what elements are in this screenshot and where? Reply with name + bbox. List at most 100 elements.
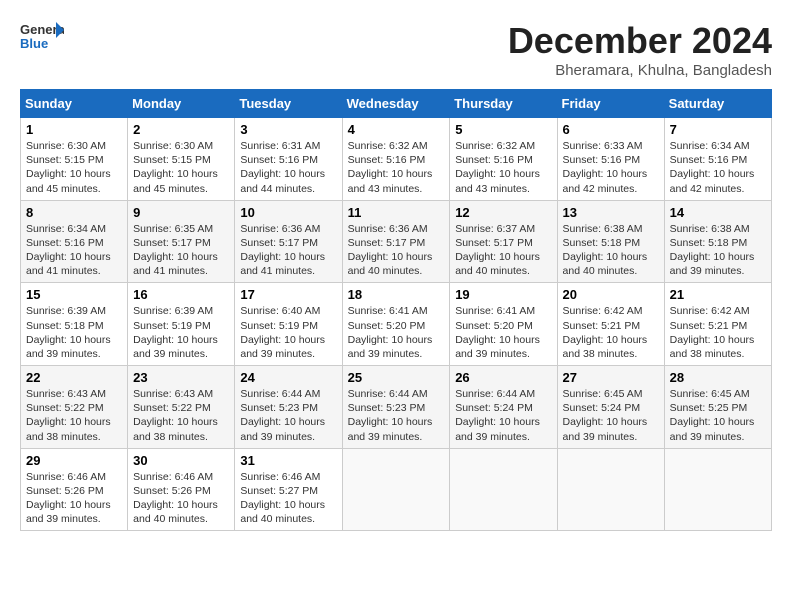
day-info: Sunrise: 6:34 AMSunset: 5:16 PMDaylight:… — [670, 139, 766, 196]
day-number: 25 — [348, 370, 445, 385]
calendar-header-tuesday: Tuesday — [235, 90, 342, 118]
day-number: 18 — [348, 287, 445, 302]
calendar-cell: 3Sunrise: 6:31 AMSunset: 5:16 PMDaylight… — [235, 118, 342, 201]
day-info: Sunrise: 6:45 AMSunset: 5:24 PMDaylight:… — [563, 387, 659, 444]
day-number: 20 — [563, 287, 659, 302]
calendar-cell: 26 Sunrise: 6:44 AMSunset: 5:24 PMDayligh… — [450, 366, 557, 449]
calendar-cell: 5 Sunrise: 6:32 AMSunset: 5:16 PMDaylight… — [450, 118, 557, 201]
day-number: 10 — [240, 205, 336, 220]
calendar-cell: 16 Sunrise: 6:39 AMSunset: 5:19 PMDayligh… — [128, 283, 235, 366]
calendar-header-row: SundayMondayTuesdayWednesdayThursdayFrid… — [21, 90, 772, 118]
day-info: Sunrise: 6:41 AMSunset: 5:20 PMDaylight:… — [455, 304, 551, 361]
calendar-cell: 20 Sunrise: 6:42 AMSunset: 5:21 PMDayligh… — [557, 283, 664, 366]
calendar-cell: 8 Sunrise: 6:34 AMSunset: 5:16 PMDaylight… — [21, 200, 128, 283]
day-info: Sunrise: 6:39 AMSunset: 5:19 PMDaylight:… — [133, 304, 229, 361]
day-number: 17 — [240, 287, 336, 302]
calendar-cell: 7 Sunrise: 6:34 AMSunset: 5:16 PMDaylight… — [664, 118, 771, 201]
day-info: Sunrise: 6:44 AMSunset: 5:24 PMDaylight:… — [455, 387, 551, 444]
svg-text:Blue: Blue — [20, 36, 48, 50]
day-info: Sunrise: 6:46 AMSunset: 5:26 PMDaylight:… — [133, 470, 229, 527]
calendar-body: 1Sunrise: 6:30 AMSunset: 5:15 PMDaylight… — [21, 118, 772, 531]
calendar-cell: 4 Sunrise: 6:32 AMSunset: 5:16 PMDaylight… — [342, 118, 450, 201]
day-number: 16 — [133, 287, 229, 302]
calendar-header-wednesday: Wednesday — [342, 90, 450, 118]
day-info: Sunrise: 6:38 AMSunset: 5:18 PMDaylight:… — [670, 222, 766, 279]
title-block: December 2024 Bheramara, Khulna, Banglad… — [508, 20, 772, 79]
day-number: 29 — [26, 453, 122, 468]
calendar-cell: 10 Sunrise: 6:36 AMSunset: 5:17 PMDayligh… — [235, 200, 342, 283]
day-info: Sunrise: 6:31 AMSunset: 5:16 PMDaylight:… — [240, 139, 336, 196]
month-title: December 2024 — [508, 20, 772, 62]
day-info: Sunrise: 6:42 AMSunset: 5:21 PMDaylight:… — [670, 304, 766, 361]
day-number: 15 — [26, 287, 122, 302]
logo-icon: General Blue — [20, 20, 64, 50]
calendar-cell — [342, 448, 450, 531]
day-number: 21 — [670, 287, 766, 302]
calendar-cell — [664, 448, 771, 531]
calendar-cell: 31 Sunrise: 6:46 AMSunset: 5:27 PMDayligh… — [235, 448, 342, 531]
calendar-cell: 21 Sunrise: 6:42 AMSunset: 5:21 PMDayligh… — [664, 283, 771, 366]
calendar-cell: 14 Sunrise: 6:38 AMSunset: 5:18 PMDayligh… — [664, 200, 771, 283]
calendar-week-3: 15Sunrise: 6:39 AMSunset: 5:18 PMDayligh… — [21, 283, 772, 366]
day-info: Sunrise: 6:43 AMSunset: 5:22 PMDaylight:… — [26, 387, 122, 444]
day-info: Sunrise: 6:46 AMSunset: 5:27 PMDaylight:… — [240, 470, 336, 527]
day-info: Sunrise: 6:45 AMSunset: 5:25 PMDaylight:… — [670, 387, 766, 444]
calendar-cell: 30Sunrise: 6:46 AMSunset: 5:26 PMDayligh… — [128, 448, 235, 531]
day-number: 13 — [563, 205, 659, 220]
calendar-header-friday: Friday — [557, 90, 664, 118]
day-info: Sunrise: 6:40 AMSunset: 5:19 PMDaylight:… — [240, 304, 336, 361]
day-number: 23 — [133, 370, 229, 385]
calendar-cell: 6 Sunrise: 6:33 AMSunset: 5:16 PMDaylight… — [557, 118, 664, 201]
calendar-cell — [557, 448, 664, 531]
day-number: 26 — [455, 370, 551, 385]
day-number: 9 — [133, 205, 229, 220]
calendar-cell: 23 Sunrise: 6:43 AMSunset: 5:22 PMDayligh… — [128, 366, 235, 449]
calendar-cell — [450, 448, 557, 531]
calendar-table: SundayMondayTuesdayWednesdayThursdayFrid… — [20, 89, 772, 531]
day-number: 5 — [455, 122, 551, 137]
calendar-cell: 1Sunrise: 6:30 AMSunset: 5:15 PMDaylight… — [21, 118, 128, 201]
calendar-cell: 29Sunrise: 6:46 AMSunset: 5:26 PMDayligh… — [21, 448, 128, 531]
day-number: 2 — [133, 122, 229, 137]
day-info: Sunrise: 6:42 AMSunset: 5:21 PMDaylight:… — [563, 304, 659, 361]
day-number: 6 — [563, 122, 659, 137]
day-number: 31 — [240, 453, 336, 468]
day-info: Sunrise: 6:38 AMSunset: 5:18 PMDaylight:… — [563, 222, 659, 279]
calendar-cell: 9 Sunrise: 6:35 AMSunset: 5:17 PMDaylight… — [128, 200, 235, 283]
day-info: Sunrise: 6:33 AMSunset: 5:16 PMDaylight:… — [563, 139, 659, 196]
page-header: General Blue December 2024 Bheramara, Kh… — [20, 20, 772, 79]
calendar-week-1: 1Sunrise: 6:30 AMSunset: 5:15 PMDaylight… — [21, 118, 772, 201]
day-info: Sunrise: 6:41 AMSunset: 5:20 PMDaylight:… — [348, 304, 445, 361]
day-number: 12 — [455, 205, 551, 220]
calendar-cell: 19Sunrise: 6:41 AMSunset: 5:20 PMDayligh… — [450, 283, 557, 366]
day-info: Sunrise: 6:32 AMSunset: 5:16 PMDaylight:… — [455, 139, 551, 196]
day-number: 14 — [670, 205, 766, 220]
calendar-cell: 18 Sunrise: 6:41 AMSunset: 5:20 PMDayligh… — [342, 283, 450, 366]
day-info: Sunrise: 6:30 AMSunset: 5:15 PMDaylight:… — [26, 139, 122, 196]
calendar-cell: 11 Sunrise: 6:36 AMSunset: 5:17 PMDayligh… — [342, 200, 450, 283]
day-info: Sunrise: 6:35 AMSunset: 5:17 PMDaylight:… — [133, 222, 229, 279]
day-number: 24 — [240, 370, 336, 385]
day-number: 4 — [348, 122, 445, 137]
calendar-header-thursday: Thursday — [450, 90, 557, 118]
day-number: 8 — [26, 205, 122, 220]
day-info: Sunrise: 6:36 AMSunset: 5:17 PMDaylight:… — [348, 222, 445, 279]
calendar-week-4: 22Sunrise: 6:43 AMSunset: 5:22 PMDayligh… — [21, 366, 772, 449]
calendar-header-sunday: Sunday — [21, 90, 128, 118]
calendar-header-monday: Monday — [128, 90, 235, 118]
day-info: Sunrise: 6:44 AMSunset: 5:23 PMDaylight:… — [348, 387, 445, 444]
day-info: Sunrise: 6:36 AMSunset: 5:17 PMDaylight:… — [240, 222, 336, 279]
day-info: Sunrise: 6:30 AMSunset: 5:15 PMDaylight:… — [133, 139, 229, 196]
calendar-cell: 27Sunrise: 6:45 AMSunset: 5:24 PMDayligh… — [557, 366, 664, 449]
day-info: Sunrise: 6:34 AMSunset: 5:16 PMDaylight:… — [26, 222, 122, 279]
day-number: 7 — [670, 122, 766, 137]
calendar-cell: 17 Sunrise: 6:40 AMSunset: 5:19 PMDayligh… — [235, 283, 342, 366]
calendar-week-5: 29 Sunrise: 6:46 AMSunset: 5:26 PMDayligh… — [21, 448, 772, 531]
day-number: 11 — [348, 205, 445, 220]
location: Bheramara, Khulna, Bangladesh — [508, 62, 772, 79]
day-info: Sunrise: 6:32 AMSunset: 5:16 PMDaylight:… — [348, 139, 445, 196]
calendar-header-saturday: Saturday — [664, 90, 771, 118]
day-info: Sunrise: 6:43 AMSunset: 5:22 PMDaylight:… — [133, 387, 229, 444]
logo: General Blue — [20, 20, 64, 55]
calendar-cell: 13 Sunrise: 6:38 AMSunset: 5:18 PMDayligh… — [557, 200, 664, 283]
